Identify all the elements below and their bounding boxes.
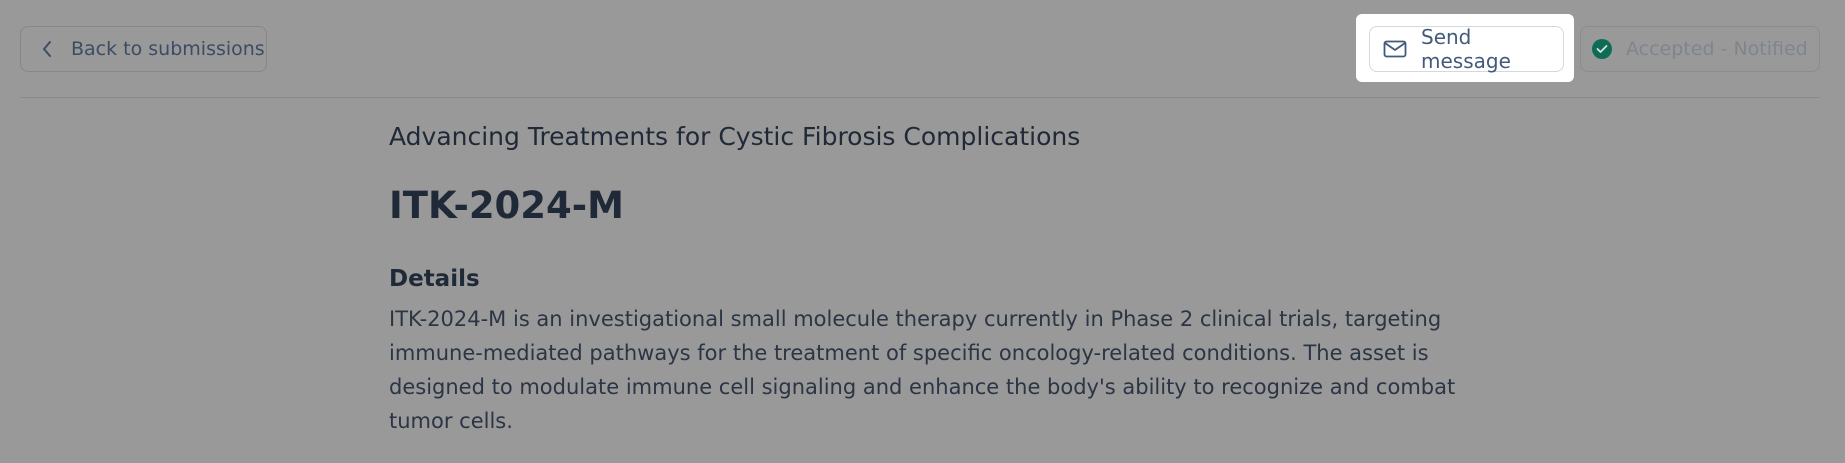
submission-subtitle: Advancing Treatments for Cystic Fibrosis… [389, 122, 1081, 151]
back-to-submissions-button[interactable]: Back to submissions [20, 26, 267, 72]
submission-detail-page: Back to submissions Send message Accepte… [0, 0, 1845, 463]
details-heading: Details [389, 266, 480, 292]
back-button-label: Back to submissions [71, 38, 265, 60]
send-message-button[interactable]: Send message [1369, 25, 1564, 73]
mail-icon [1383, 39, 1407, 59]
send-message-label: Send message [1421, 25, 1511, 73]
chevron-left-icon [37, 39, 57, 59]
submission-code-title: ITK-2024-M [389, 184, 624, 227]
submission-content: Advancing Treatments for Cystic Fibrosis… [389, 120, 1469, 438]
details-text: ITK-2024-M is an investigational small m… [389, 307, 1456, 433]
status-label: Accepted - Notified [1626, 38, 1808, 60]
check-circle-icon [1592, 39, 1612, 59]
status-badge: Accepted - Notified [1580, 26, 1820, 72]
